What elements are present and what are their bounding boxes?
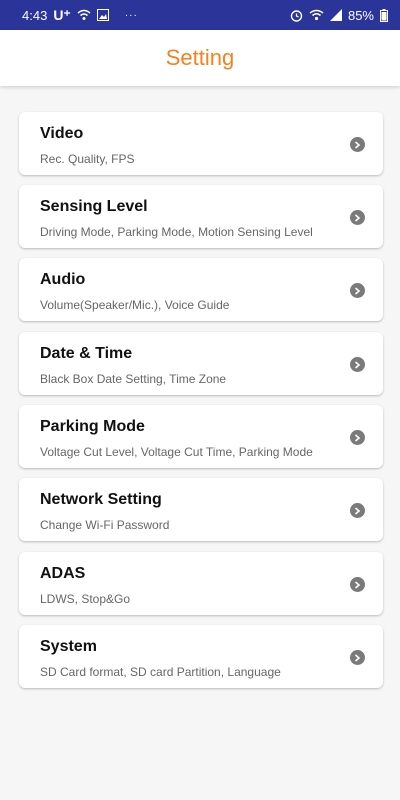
setting-title: System (40, 638, 97, 655)
signal-icon (329, 9, 342, 21)
chevron-right-icon (350, 283, 365, 298)
status-bar-right: 85% (290, 8, 388, 23)
setting-subtitle: Driving Mode, Parking Mode, Motion Sensi… (40, 225, 313, 239)
chevron-right-icon (350, 430, 365, 445)
setting-item-system[interactable]: System SD Card format, SD card Partition… (19, 625, 383, 688)
setting-item-network-setting[interactable]: Network Setting Change Wi-Fi Password (19, 478, 383, 541)
setting-subtitle: SD Card format, SD card Partition, Langu… (40, 665, 281, 679)
chevron-right-icon (350, 210, 365, 225)
chevron-right-icon (350, 650, 365, 665)
setting-subtitle: LDWS, Stop&Go (40, 592, 131, 606)
setting-item-audio[interactable]: Audio Volume(Speaker/Mic.), Voice Guide (19, 258, 383, 321)
setting-subtitle: Change Wi-Fi Password (40, 518, 170, 532)
status-time: 4:43 (22, 7, 48, 23)
chevron-right-icon (350, 503, 365, 518)
setting-subtitle: Volume(Speaker/Mic.), Voice Guide (40, 298, 230, 312)
setting-title: Audio (40, 271, 86, 288)
setting-title: Network Setting (40, 491, 162, 508)
battery-percent: 85% (347, 7, 374, 23)
setting-item-video[interactable]: Video Rec. Quality, FPS (19, 112, 383, 175)
gallery-icon (96, 9, 109, 21)
setting-title: Date & Time (40, 345, 133, 362)
alarm-icon (290, 9, 303, 22)
page-title: Setting (165, 45, 235, 70)
setting-title: ADAS (40, 565, 86, 582)
chevron-right-icon (350, 357, 365, 372)
setting-title: Parking Mode (40, 418, 145, 435)
more-notifications-icon: ··· (124, 9, 138, 21)
wifi-icon (309, 9, 324, 21)
setting-item-sensing-level[interactable]: Sensing Level Driving Mode, Parking Mode… (19, 185, 383, 248)
setting-item-adas[interactable]: ADAS LDWS, Stop&Go (19, 552, 383, 615)
app-header: Setting (0, 30, 400, 86)
carrier-label: U⁺ (53, 6, 71, 23)
status-bar: 4:43 U⁺ ··· 85% (0, 0, 400, 30)
setting-subtitle: Voltage Cut Level, Voltage Cut Time, Par… (40, 445, 313, 459)
wifi-call-icon (77, 9, 91, 21)
setting-subtitle: Rec. Quality, FPS (40, 152, 135, 166)
chevron-right-icon (350, 137, 365, 152)
setting-title: Sensing Level (40, 198, 148, 215)
status-bar-left: 4:43 U⁺ ··· (22, 7, 138, 24)
setting-item-date-time[interactable]: Date & Time Black Box Date Setting, Time… (19, 332, 383, 395)
chevron-right-icon (350, 577, 365, 592)
battery-charging-icon (380, 8, 388, 22)
setting-item-parking-mode[interactable]: Parking Mode Voltage Cut Level, Voltage … (19, 405, 383, 468)
setting-title: Video (40, 125, 84, 142)
setting-subtitle: Black Box Date Setting, Time Zone (40, 372, 227, 386)
